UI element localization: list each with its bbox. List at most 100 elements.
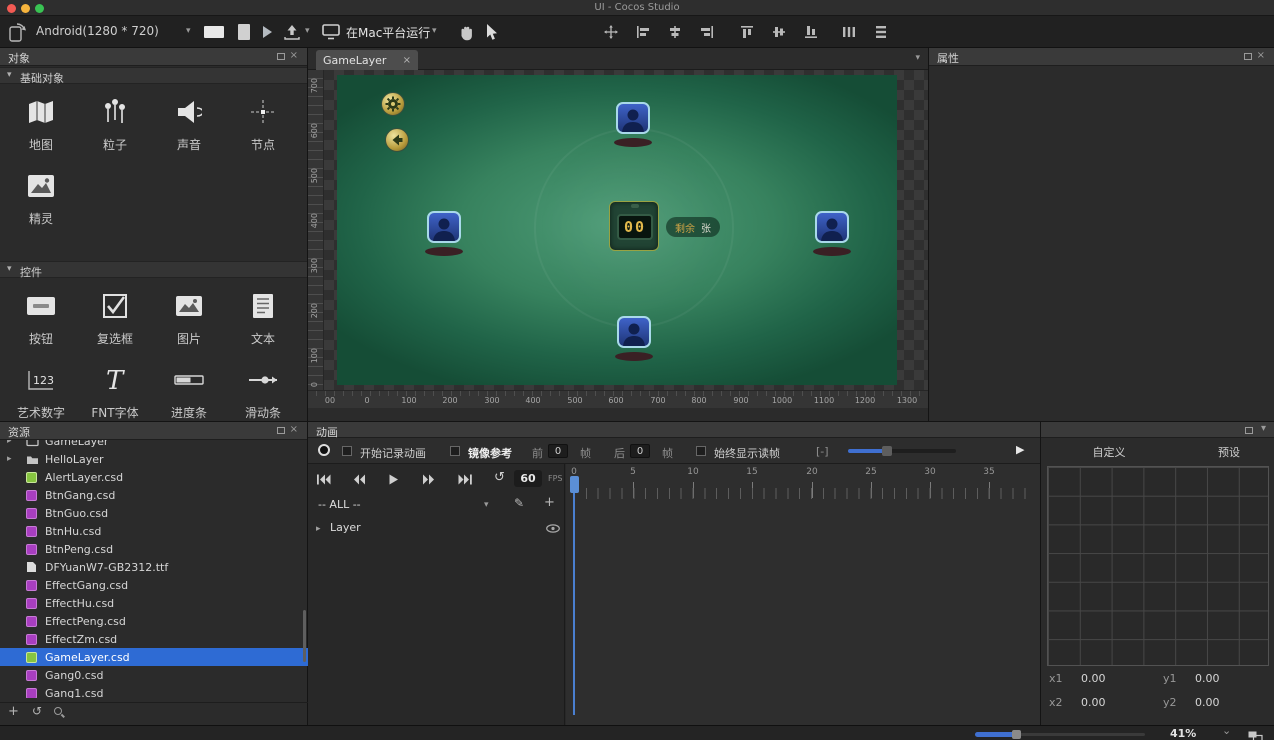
tab-close-icon[interactable]: ×: [403, 55, 411, 66]
align-top-icon[interactable]: [740, 25, 754, 39]
resource-row[interactable]: EffectPeng.csd: [0, 612, 308, 630]
x1-value[interactable]: 0.00: [1081, 672, 1106, 685]
playhead-handle[interactable]: [570, 476, 579, 493]
before-frames-field[interactable]: 0: [548, 444, 568, 458]
rotate-device-icon[interactable]: [8, 22, 26, 42]
resource-row[interactable]: AlertLayer.csd: [0, 468, 308, 486]
add-animation-icon[interactable]: +: [544, 495, 555, 510]
player-avatar-right[interactable]: [815, 211, 849, 243]
resource-row[interactable]: Gang0.csd: [0, 666, 308, 684]
y2-value[interactable]: 0.00: [1195, 696, 1220, 709]
resource-row[interactable]: DFYuanW7-GB2312.ttf: [0, 558, 308, 576]
panel-close-icon[interactable]: ×: [1257, 50, 1265, 61]
panel-float-icon[interactable]: [1244, 53, 1252, 60]
always-show-frames-checkbox[interactable]: [696, 446, 706, 456]
layer-expand-icon[interactable]: ▸: [316, 524, 321, 534]
fps-field[interactable]: 60: [514, 470, 542, 487]
zoom-presets-chevron-icon[interactable]: ⌄: [1222, 724, 1231, 737]
run-target-dropdown-icon[interactable]: ▾: [432, 26, 437, 36]
x2-value[interactable]: 0.00: [1081, 696, 1106, 709]
tab-list-dropdown-icon[interactable]: ▾: [915, 53, 920, 63]
object-item-sprite[interactable]: 精灵: [4, 162, 78, 236]
move-tool-icon[interactable]: [604, 25, 618, 39]
publish-dropdown-icon[interactable]: ▾: [305, 26, 310, 36]
timeline-zoom-out-button[interactable]: [-]: [816, 445, 829, 458]
skip-to-end-icon[interactable]: [458, 474, 476, 486]
search-icon[interactable]: [54, 707, 62, 715]
distribute-horizontal-icon[interactable]: [842, 25, 856, 39]
orientation-portrait-button[interactable]: [238, 24, 250, 40]
object-item-art-number[interactable]: 123 艺术数字: [4, 356, 78, 430]
back-arrow-button[interactable]: [385, 128, 409, 152]
settings-gear-button[interactable]: [381, 92, 405, 116]
object-item-particle[interactable]: 粒子: [78, 88, 152, 162]
align-bottom-icon[interactable]: [804, 25, 818, 39]
object-item-node[interactable]: 节点: [226, 88, 300, 162]
add-resource-button[interactable]: +: [8, 704, 19, 719]
track-filter-dropdown-icon[interactable]: ▾: [484, 500, 489, 510]
play-icon[interactable]: [388, 474, 406, 486]
publish-icon[interactable]: [283, 24, 301, 41]
run-target-monitor-icon[interactable]: [322, 24, 340, 40]
mirror-reference-checkbox[interactable]: [450, 446, 460, 456]
resource-row[interactable]: ▸ GameLayer: [0, 440, 308, 450]
tab-preset[interactable]: 预设: [1199, 444, 1259, 460]
align-horizontal-center-icon[interactable]: [668, 25, 682, 39]
resource-row[interactable]: BtnGang.csd: [0, 486, 308, 504]
player-avatar-left[interactable]: [427, 211, 461, 243]
resource-row[interactable]: EffectZm.csd: [0, 630, 308, 648]
scrollbar-thumb[interactable]: [303, 610, 306, 662]
object-item-checkbox[interactable]: 复选框: [78, 282, 152, 356]
object-item-progress-bar[interactable]: 进度条: [152, 356, 226, 430]
skip-to-start-icon[interactable]: [316, 474, 334, 486]
resource-row[interactable]: BtnPeng.csd: [0, 540, 308, 558]
tab-gamelayer[interactable]: GameLayer ×: [316, 50, 418, 70]
object-item-sound[interactable]: 声音: [152, 88, 226, 162]
resource-row[interactable]: EffectHu.csd: [0, 594, 308, 612]
track-filter-select[interactable]: -- ALL --: [318, 498, 361, 511]
expand-icon[interactable]: ▸: [7, 454, 26, 464]
object-item-fnt-font[interactable]: T FNT字体: [78, 356, 152, 430]
orientation-landscape-button[interactable]: [204, 26, 224, 38]
object-item-button[interactable]: 按钮: [4, 282, 78, 356]
section-basic-objects[interactable]: ▾ 基础对象: [0, 67, 307, 84]
zoom-slider[interactable]: [975, 733, 1145, 736]
tab-custom[interactable]: 自定义: [1079, 444, 1139, 460]
fit-to-screen-icon[interactable]: [1248, 728, 1263, 740]
panel-float-icon[interactable]: [277, 53, 285, 60]
resource-row-selected[interactable]: GameLayer.csd: [0, 648, 308, 666]
resource-row[interactable]: ▸ HelloLayer: [0, 450, 308, 468]
player-avatar-bottom[interactable]: [617, 316, 651, 348]
select-tool-icon[interactable]: [486, 24, 498, 41]
object-item-image[interactable]: 图片: [152, 282, 226, 356]
align-vertical-middle-icon[interactable]: [772, 25, 786, 39]
panel-dropdown-icon[interactable]: ▾: [1261, 423, 1266, 434]
curve-editor-grid[interactable]: [1047, 466, 1269, 666]
panel-close-icon[interactable]: ×: [290, 50, 298, 61]
next-frame-icon[interactable]: [422, 474, 440, 486]
layer-visibility-eye-icon[interactable]: [546, 524, 560, 533]
edit-animation-icon[interactable]: ✎: [514, 496, 524, 510]
device-preset-dropdown-icon[interactable]: ▾: [186, 26, 191, 36]
device-preset-select[interactable]: Android(1280 * 720): [36, 24, 159, 38]
resource-row[interactable]: BtnHu.csd: [0, 522, 308, 540]
distribute-vertical-icon[interactable]: [874, 25, 888, 39]
timeline-zoom-slider[interactable]: [848, 449, 956, 453]
record-animation-checkbox[interactable]: [342, 446, 352, 456]
panel-float-icon[interactable]: [1245, 427, 1253, 434]
object-item-slider[interactable]: 滑动条: [226, 356, 300, 430]
y1-value[interactable]: 0.00: [1195, 672, 1220, 685]
expand-icon[interactable]: ▸: [7, 440, 26, 446]
play-animation-icon[interactable]: ▶: [1016, 443, 1024, 456]
timeline[interactable]: 0 5 10 15 20 25 30 35: [566, 464, 1040, 725]
resource-row[interactable]: Gang1.csd: [0, 684, 308, 698]
zoom-slider-handle[interactable]: [1012, 730, 1021, 739]
panel-close-icon[interactable]: ×: [290, 424, 298, 435]
resource-row[interactable]: BtnGuo.csd: [0, 504, 308, 522]
resource-row[interactable]: EffectGang.csd: [0, 576, 308, 594]
previous-frame-icon[interactable]: [352, 474, 370, 486]
object-item-text[interactable]: 文本: [226, 282, 300, 356]
align-right-icon[interactable]: [700, 25, 714, 39]
run-target-button[interactable]: 在Mac平台运行: [346, 24, 430, 41]
tile-counter-node[interactable]: 00: [609, 201, 659, 251]
